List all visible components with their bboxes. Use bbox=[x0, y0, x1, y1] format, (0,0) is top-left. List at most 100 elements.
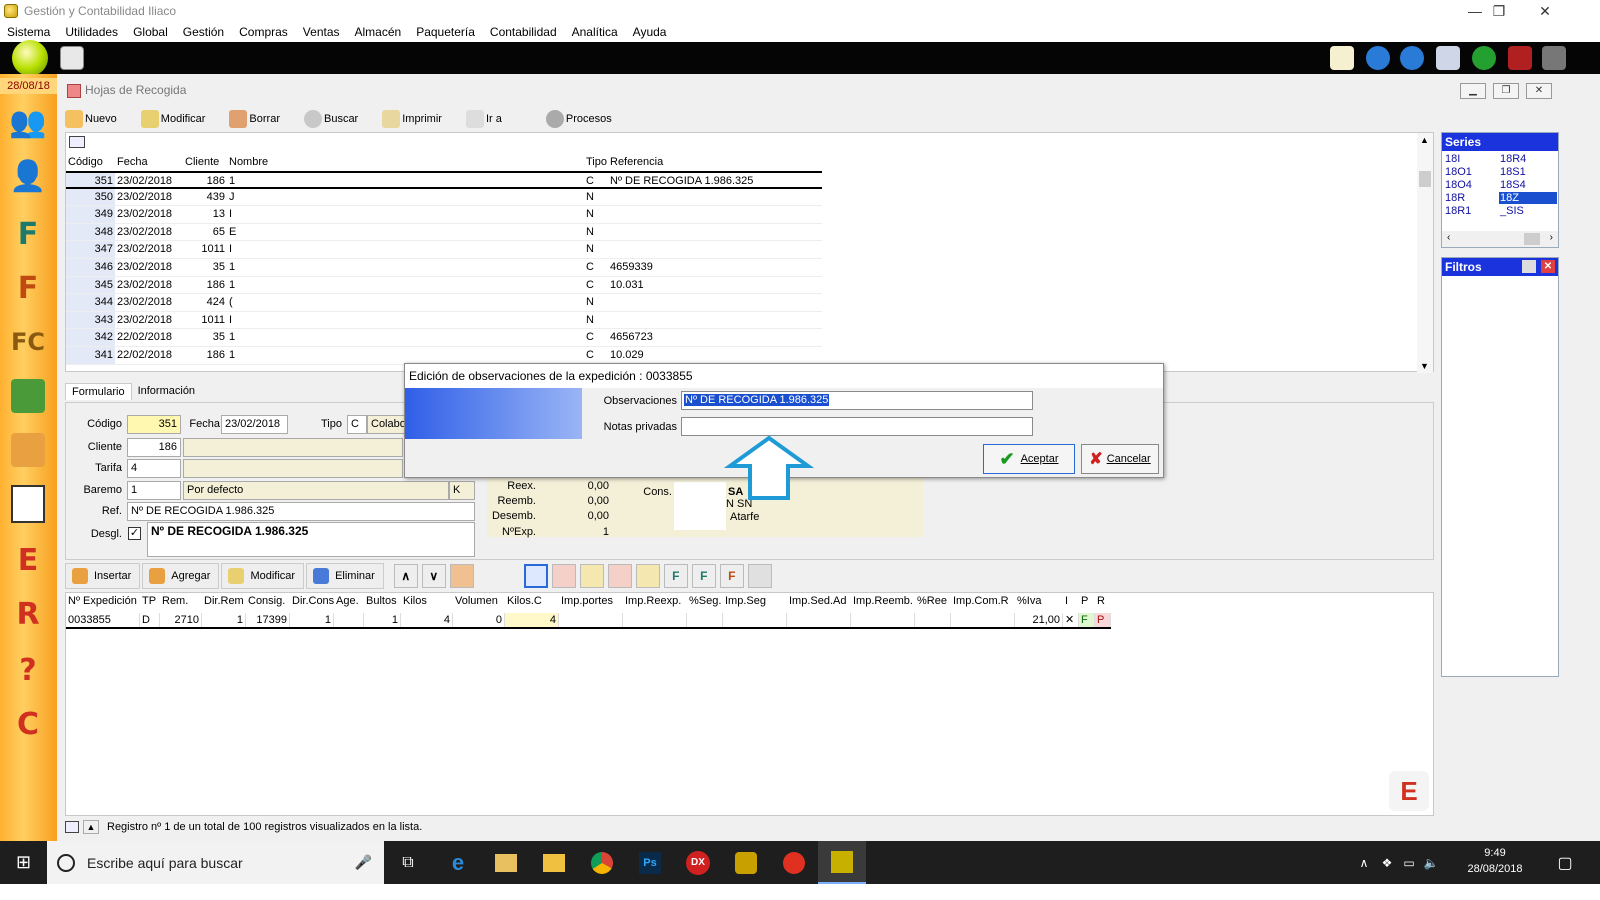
box-r-icon[interactable]: R bbox=[6, 592, 50, 636]
tray-chevron-icon[interactable]: ∧ bbox=[1352, 841, 1376, 884]
table-row[interactable]: 344 23/02/2018 424 (N bbox=[66, 294, 822, 312]
volume-icon[interactable]: 🔈 bbox=[1420, 841, 1442, 884]
series-item[interactable]: 18I bbox=[1445, 153, 1460, 165]
table-row[interactable]: 341 22/02/2018 186 1 C 10.029 bbox=[66, 347, 822, 365]
eliminar-button[interactable]: Eliminar bbox=[306, 563, 384, 589]
agregar-button[interactable]: Agregar bbox=[142, 563, 220, 589]
modificar-linea-button[interactable]: Modificar bbox=[221, 563, 305, 589]
box-e-icon[interactable]: E bbox=[6, 538, 50, 582]
series-item[interactable]: 18S1 bbox=[1500, 166, 1526, 178]
series-item[interactable]: 18O1 bbox=[1445, 166, 1472, 178]
exp-col-header[interactable]: Imp.Sed.Ad bbox=[787, 595, 851, 611]
col-referencia[interactable]: Referencia bbox=[608, 153, 820, 171]
task-view-icon[interactable]: ⧉ bbox=[384, 841, 432, 884]
window-list-icon[interactable] bbox=[1436, 46, 1460, 70]
menu-global[interactable]: Global bbox=[125, 25, 175, 39]
chrome-icon[interactable] bbox=[578, 841, 626, 884]
modificar-button[interactable]: Modificar bbox=[140, 110, 205, 128]
edge-icon[interactable]: e bbox=[434, 841, 482, 884]
ref-field[interactable]: Nº DE RECOGIDA 1.986.325 bbox=[127, 502, 475, 521]
series-item[interactable]: 18R bbox=[1445, 192, 1465, 204]
mail-app-icon[interactable] bbox=[482, 841, 530, 884]
microphone-icon[interactable]: 🎤 bbox=[355, 854, 372, 871]
exp-col-header[interactable]: Rem. bbox=[160, 595, 202, 611]
cliente-field[interactable]: 186 bbox=[127, 438, 181, 457]
box-c-icon[interactable]: C bbox=[6, 702, 50, 746]
child-minimize-button[interactable]: ▁ bbox=[1460, 83, 1486, 99]
menu-compras[interactable]: Compras bbox=[231, 25, 295, 39]
nuevo-button[interactable]: Nuevo bbox=[65, 110, 117, 128]
series-item[interactable]: 18O4 bbox=[1445, 179, 1472, 191]
user-red-2-icon[interactable] bbox=[607, 564, 632, 588]
photoshop-icon[interactable]: Ps bbox=[626, 841, 674, 884]
col-tipo[interactable]: Tipo bbox=[584, 153, 608, 171]
user-icon[interactable]: 👤 bbox=[6, 154, 50, 198]
series-item[interactable]: 18S4 bbox=[1500, 179, 1526, 191]
table-row[interactable]: 343 23/02/2018 1011 I N bbox=[66, 311, 822, 330]
filter-close-icon[interactable]: ✕ bbox=[1541, 260, 1555, 273]
codigo-field[interactable]: 351 bbox=[127, 415, 181, 434]
exp-col-header[interactable]: Volumen bbox=[453, 595, 505, 611]
exp-col-header[interactable]: Kilos bbox=[401, 595, 453, 611]
table-row[interactable]: 349 23/02/2018 13 I N bbox=[66, 206, 822, 224]
table-row[interactable]: 351 23/02/2018 186 1 C Nº DE RECOGIDA 1.986.3… bbox=[66, 171, 822, 189]
exp-col-header[interactable]: Imp.Reexp. bbox=[623, 595, 687, 611]
ledger-icon[interactable] bbox=[6, 482, 50, 526]
series-item-selected[interactable]: 18Z bbox=[1499, 192, 1557, 204]
document-icon[interactable] bbox=[523, 564, 548, 588]
back-arrow-icon[interactable] bbox=[1366, 46, 1390, 70]
exp-col-header[interactable]: Consig. bbox=[246, 595, 290, 611]
exp-col-header[interactable]: Dir.Cons bbox=[290, 595, 334, 611]
invoice-red-icon[interactable]: F bbox=[719, 564, 744, 588]
exp-col-header[interactable]: P bbox=[1079, 595, 1095, 611]
table-row[interactable]: 348 23/02/2018 65 E N bbox=[66, 223, 822, 242]
col-codigo[interactable]: Código bbox=[66, 153, 115, 171]
table-row[interactable]: 346 23/02/2018 35 1 C 4659339 bbox=[66, 259, 822, 277]
forward-arrow-icon[interactable] bbox=[1400, 46, 1424, 70]
menu-almacen[interactable]: Almacén bbox=[347, 25, 409, 39]
tarifa-field[interactable]: 4 bbox=[127, 459, 181, 478]
file-explorer-icon[interactable] bbox=[530, 841, 578, 884]
invoice-f-small-icon[interactable]: F bbox=[691, 564, 716, 588]
app-switch-icon[interactable] bbox=[60, 46, 84, 70]
exp-col-header[interactable]: Nº Expedición bbox=[66, 595, 140, 611]
menu-ventas[interactable]: Ventas bbox=[295, 25, 347, 39]
child-close-button[interactable]: ✕ bbox=[1526, 83, 1552, 99]
exp-col-header[interactable]: %Ree bbox=[915, 595, 951, 611]
box-question-icon[interactable]: ? bbox=[6, 648, 50, 692]
child-restore-button[interactable]: ❐ bbox=[1493, 83, 1519, 99]
notas-privadas-input[interactable] bbox=[681, 417, 1033, 436]
users-icon[interactable]: 👥 bbox=[6, 100, 50, 144]
network-icon[interactable]: ▭ bbox=[1398, 841, 1420, 884]
exp-col-header[interactable]: TP bbox=[140, 595, 160, 611]
desgl-text[interactable]: Nº DE RECOGIDA 1.986.325 bbox=[147, 522, 475, 557]
series-item[interactable]: 18R4 bbox=[1500, 153, 1526, 165]
exp-col-header[interactable]: Imp.portes bbox=[559, 595, 623, 611]
grid-vscrollbar[interactable]: ▲ ▼ bbox=[1417, 133, 1433, 373]
menu-paqueteria[interactable]: Paquetería bbox=[408, 25, 482, 39]
observaciones-input[interactable]: Nº DE RECOGIDA 1.986.325 bbox=[681, 391, 1033, 410]
menu-utilidades[interactable]: Utilidades bbox=[57, 25, 125, 39]
exp-col-header[interactable]: %Seg. bbox=[687, 595, 723, 611]
series-item[interactable]: 18R1 bbox=[1445, 205, 1471, 217]
tipo-field[interactable]: C bbox=[347, 415, 367, 434]
taskbar-search[interactable]: Escribe aquí para buscar 🎤 bbox=[47, 841, 384, 884]
mail-icon[interactable] bbox=[1330, 46, 1354, 70]
start-button[interactable]: ⊞ bbox=[0, 841, 47, 884]
user-note-2-icon[interactable] bbox=[635, 564, 660, 588]
status-list-icon[interactable] bbox=[65, 821, 79, 833]
bag-green-icon[interactable] bbox=[6, 374, 50, 418]
invoice-green-icon[interactable]: F bbox=[663, 564, 688, 588]
exp-col-header[interactable]: Dir.Rem bbox=[202, 595, 246, 611]
close-window-icon[interactable] bbox=[1508, 46, 1532, 70]
buscar-button[interactable]: Buscar bbox=[303, 110, 358, 128]
grid-options-icon[interactable] bbox=[69, 136, 85, 148]
cancelar-button[interactable]: ✘ Cancelar bbox=[1081, 444, 1159, 474]
tab-formulario[interactable]: Formulario bbox=[65, 383, 132, 400]
table-row[interactable]: 345 23/02/2018 186 1 C 10.031 bbox=[66, 276, 822, 295]
table-row[interactable]: 350 23/02/2018 439 J N bbox=[66, 188, 822, 207]
menu-gestion[interactable]: Gestión bbox=[175, 25, 231, 39]
col-fecha[interactable]: Fecha bbox=[115, 153, 183, 171]
active-app-icon[interactable] bbox=[818, 841, 866, 884]
home-globe-icon[interactable] bbox=[12, 40, 48, 76]
